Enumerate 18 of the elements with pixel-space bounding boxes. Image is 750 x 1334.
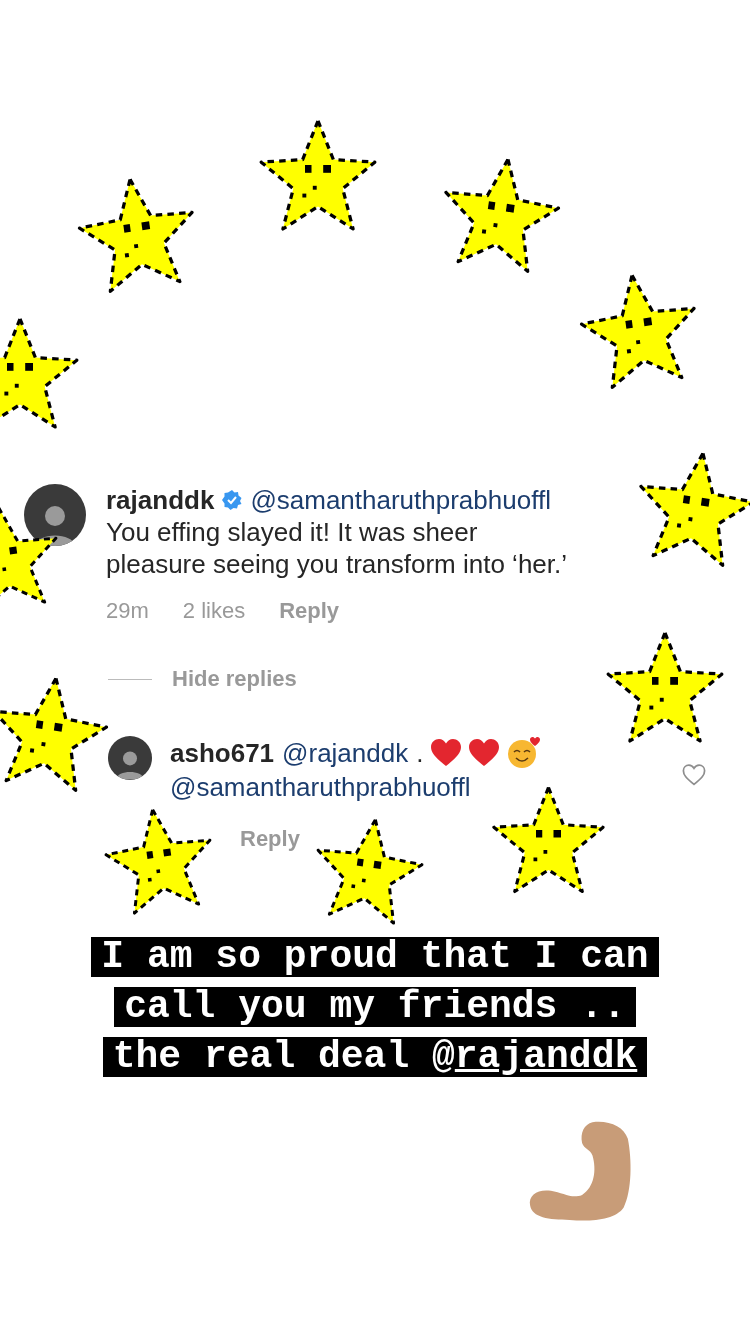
username[interactable]: rajanddk: [106, 484, 215, 516]
like-button[interactable]: [682, 764, 706, 786]
mention-link[interactable]: @samantharuthprabhuoffl: [250, 484, 551, 516]
username[interactable]: asho671: [170, 736, 275, 770]
caption-text: call you my friends ..: [124, 985, 626, 1028]
comment-text: You effing slayed it! It was sheer pleasure seeing you transform into ‘her.’: [106, 516, 569, 580]
mention-link[interactable]: @rajanddk: [282, 736, 409, 770]
caption-text: the real deal @: [112, 1035, 455, 1078]
mention-link[interactable]: @samantharuthprabhuoffl: [170, 770, 471, 804]
smiling-face-icon: [507, 737, 542, 769]
comment-meta: 29m: [106, 598, 149, 624]
heart-icon: [431, 739, 462, 767]
mention-link[interactable]: rajanddk: [454, 1035, 638, 1078]
reply-text: .: [416, 737, 424, 770]
caption-text: I am so proud that I can: [101, 935, 649, 978]
comment-meta: 2 likes: [182, 598, 246, 624]
avatar[interactable]: [108, 736, 152, 780]
heart-icon: [469, 739, 500, 767]
